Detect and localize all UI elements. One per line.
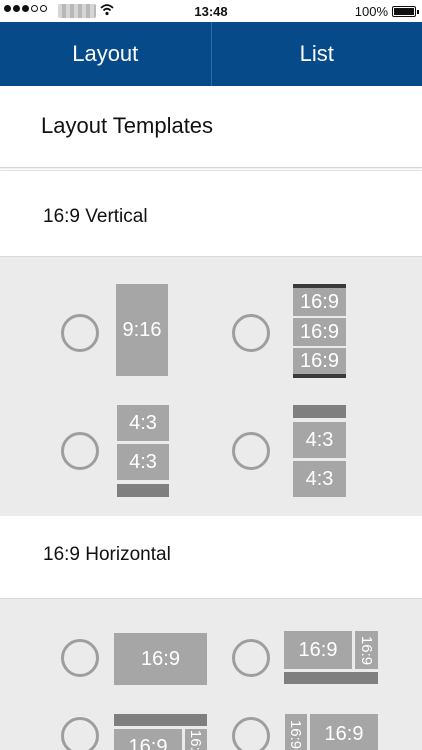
section-label: 16:9 Vertical [43,206,148,227]
tab-list[interactable]: List [210,22,422,86]
template-tile-16-9: 16:9 [310,714,378,750]
template-tile-16-9: 16:9 [293,288,346,316]
template-grid-vertical: 9:16 16:9 16:9 16:9 4:3 4:3 4:3 4:3 [0,256,422,516]
template-tile-16-9: 16:9 [284,631,352,669]
section-label: 16:9 Horizontal [43,544,171,565]
page-title-row: Layout Templates [0,86,422,168]
template-grid-horizontal: 16:9 16:9 16:9 16:9 16:9 16:9 16:9 [0,598,422,750]
battery-icon [392,6,419,17]
template-bar [114,714,207,726]
template-radio-vertical-3[interactable] [61,432,99,470]
template-tile-4-3: 4:3 [293,422,346,458]
template-radio-vertical-4[interactable] [232,432,270,470]
template-bar [293,405,346,418]
template-tile-4-3: 4:3 [293,461,346,497]
tab-layout[interactable]: Layout [0,22,211,86]
top-tab-bar: Layout List [0,22,422,86]
template-bar [284,672,378,684]
template-radio-vertical-2[interactable] [232,314,270,352]
template-tile-9-16: 9:16 [116,284,168,376]
template-tile-16-9-vertical: 16:9 [185,729,207,750]
template-tile-16-9-vertical: 16:9 [285,714,307,750]
status-bar: 13:48 100% [0,0,422,22]
page-title: Layout Templates [41,113,214,138]
template-radio-horizontal-3[interactable] [61,717,99,750]
battery-percentage: 100% [354,4,388,19]
template-radio-vertical-1[interactable] [61,314,99,352]
template-tile-16-9: 16:9 [293,318,346,346]
template-radio-horizontal-4[interactable] [232,717,270,750]
template-radio-horizontal-1[interactable] [61,639,99,677]
section-header-horizontal: 16:9 Horizontal [0,516,422,598]
template-bar [117,484,169,497]
template-tile-4-3: 4:3 [117,444,169,480]
section-header-vertical: 16:9 Vertical [0,170,422,256]
template-tile-16-9: 16:9 [293,348,346,374]
template-tile-16-9: 16:9 [114,633,207,685]
template-radio-horizontal-2[interactable] [232,639,270,677]
template-tile-16-9: 16:9 [114,729,182,750]
template-tile-4-3: 4:3 [117,405,169,441]
template-border-bar [293,374,346,378]
template-tile-16-9-vertical: 16:9 [355,631,378,669]
